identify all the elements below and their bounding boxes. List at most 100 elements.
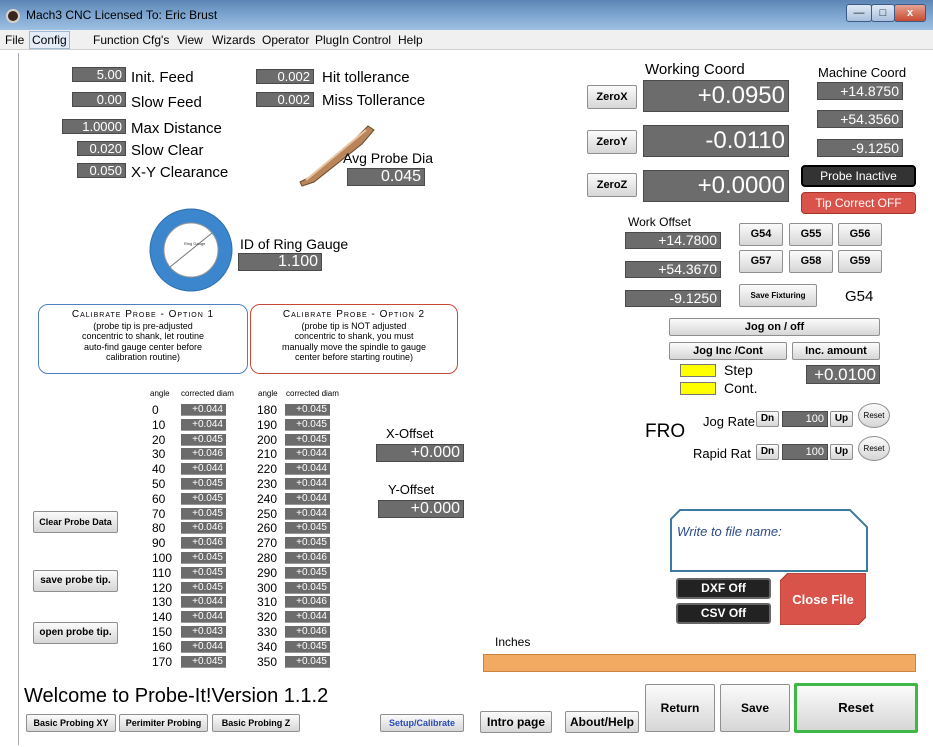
table-diam-cell[interactable]: +0.045	[285, 655, 330, 668]
jog-rate-dro[interactable]: 100	[782, 411, 828, 427]
maximize-button[interactable]: □	[871, 4, 895, 22]
table-diam-cell[interactable]: +0.045	[285, 566, 330, 579]
table-diam-cell[interactable]: +0.045	[285, 640, 330, 653]
table-diam-cell[interactable]: +0.045	[285, 522, 330, 535]
tab-intro-page[interactable]: Intro page	[480, 711, 552, 733]
menu-wizards[interactable]: Wizards	[212, 33, 255, 47]
return-button[interactable]: Return	[645, 684, 715, 732]
table-diam-cell[interactable]: +0.046	[181, 448, 226, 461]
save-fixturing-button[interactable]: Save Fixturing	[739, 284, 817, 307]
g55-button[interactable]: G55	[789, 223, 833, 246]
table-diam-cell[interactable]: +0.044	[181, 463, 226, 476]
rapid-rate-reset-button[interactable]: Reset	[858, 436, 890, 461]
table-diam-cell[interactable]: +0.045	[285, 537, 330, 550]
table-diam-cell[interactable]: +0.045	[285, 404, 330, 416]
table-diam-cell[interactable]: +0.044	[181, 611, 226, 624]
slow-feed-dro[interactable]: 0.00	[72, 92, 126, 107]
calibrate-option-2-button[interactable]: Calibrate Probe - Option 2 (probe tip is…	[250, 304, 458, 374]
table-diam-cell[interactable]: +0.044	[285, 463, 330, 476]
init-feed-dro[interactable]: 5.00	[72, 67, 126, 82]
tab-setup-calibrate[interactable]: Setup/Calibrate	[380, 714, 464, 732]
table-diam-cell[interactable]: +0.045	[181, 433, 226, 446]
g59-button[interactable]: G59	[838, 250, 882, 273]
table-diam-cell[interactable]: +0.046	[181, 537, 226, 550]
jog-rate-dn-button[interactable]: Dn	[756, 411, 779, 427]
save-probe-tip-button[interactable]: save probe tip.	[33, 570, 118, 592]
jog-rate-reset-button[interactable]: Reset	[858, 403, 890, 428]
table-diam-cell[interactable]: +0.044	[181, 404, 226, 416]
close-button[interactable]: x	[894, 4, 926, 22]
table-diam-cell[interactable]: +0.045	[181, 478, 226, 490]
table-diam-cell[interactable]: +0.045	[181, 566, 226, 579]
y-offset-dro[interactable]: +0.000	[378, 500, 464, 518]
file-name-input[interactable]: Write to file name:	[677, 524, 782, 539]
close-file-button[interactable]: Close File	[780, 592, 866, 607]
x-offset-dro[interactable]: +0.000	[376, 444, 464, 462]
avg-probe-dia-dro[interactable]: 0.045	[347, 168, 425, 186]
xy-clearance-dro[interactable]: 0.050	[77, 163, 126, 178]
table-diam-cell[interactable]: +0.045	[181, 552, 226, 564]
tab-basic-probing-z[interactable]: Basic Probing Z	[212, 714, 300, 732]
tip-correct-toggle[interactable]: Tip Correct OFF	[801, 192, 916, 214]
table-diam-cell[interactable]: +0.044	[285, 611, 330, 624]
table-diam-cell[interactable]: +0.044	[285, 448, 330, 461]
menu-config[interactable]: Config	[29, 31, 70, 49]
table-diam-cell[interactable]: +0.044	[181, 596, 226, 609]
menu-operator[interactable]: Operator	[262, 33, 309, 47]
table-diam-cell[interactable]: +0.044	[285, 507, 330, 520]
g56-button[interactable]: G56	[838, 223, 882, 246]
miss-tolerance-dro[interactable]: 0.002	[256, 92, 314, 107]
inc-amount-dro[interactable]: +0.0100	[806, 365, 880, 384]
hit-tolerance-dro[interactable]: 0.002	[256, 69, 314, 84]
table-diam-cell[interactable]: +0.045	[181, 581, 226, 594]
work-offset-y-dro[interactable]: +54.3670	[625, 261, 721, 278]
jog-on-off-button[interactable]: Jog on / off	[669, 318, 880, 336]
table-diam-cell[interactable]: +0.044	[181, 640, 226, 653]
ring-gauge-dro[interactable]: 1.100	[238, 253, 322, 271]
reset-button[interactable]: Reset	[794, 683, 918, 733]
open-probe-tip-button[interactable]: open probe tip.	[33, 622, 118, 644]
tab-basic-probing-xy[interactable]: Basic Probing XY	[26, 714, 116, 732]
rapid-rate-dn-button[interactable]: Dn	[756, 444, 779, 460]
y-dro[interactable]: -0.0110	[643, 125, 789, 157]
menu-function-cfgs[interactable]: Function Cfg's	[93, 33, 169, 47]
g54-button[interactable]: G54	[739, 223, 783, 246]
table-diam-cell[interactable]: +0.045	[181, 492, 226, 505]
max-distance-dro[interactable]: 1.0000	[62, 119, 126, 134]
slow-clear-dro[interactable]: 0.020	[77, 141, 126, 156]
table-diam-cell[interactable]: +0.044	[285, 492, 330, 505]
table-diam-cell[interactable]: +0.046	[285, 552, 330, 564]
table-diam-cell[interactable]: +0.045	[285, 433, 330, 446]
rapid-rate-dro[interactable]: 100	[782, 444, 828, 460]
dxf-toggle[interactable]: DXF Off	[676, 578, 771, 599]
table-diam-cell[interactable]: +0.045	[181, 655, 226, 668]
g57-button[interactable]: G57	[739, 250, 783, 273]
menu-view[interactable]: View	[177, 33, 203, 47]
work-offset-x-dro[interactable]: +14.7800	[625, 232, 721, 249]
z-dro[interactable]: +0.0000	[643, 170, 789, 202]
tab-about-help[interactable]: About/Help	[565, 711, 639, 733]
menu-plugin-control[interactable]: PlugIn Control	[315, 33, 391, 47]
work-offset-z-dro[interactable]: -9.1250	[625, 290, 721, 307]
clear-probe-data-button[interactable]: Clear Probe Data	[33, 511, 118, 533]
inc-amount-button[interactable]: Inc. amount	[792, 342, 880, 360]
calibrate-option-1-button[interactable]: Calibrate Probe - Option 1 (probe tip is…	[38, 304, 248, 374]
table-diam-cell[interactable]: +0.045	[285, 581, 330, 594]
table-diam-cell[interactable]: +0.043	[181, 626, 226, 638]
x-dro[interactable]: +0.0950	[643, 80, 789, 112]
zeroz-button[interactable]: ZeroZ	[587, 173, 637, 197]
machine-z-dro[interactable]: -9.1250	[817, 139, 903, 157]
save-button[interactable]: Save	[720, 684, 790, 732]
machine-y-dro[interactable]: +54.3560	[817, 110, 903, 128]
jog-rate-up-button[interactable]: Up	[830, 411, 853, 427]
table-diam-cell[interactable]: +0.046	[181, 522, 226, 535]
tab-perimeter-probing[interactable]: Perimiter Probing	[119, 714, 208, 732]
table-diam-cell[interactable]: +0.044	[285, 478, 330, 490]
zeroy-button[interactable]: ZeroY	[587, 130, 637, 154]
table-diam-cell[interactable]: +0.045	[181, 507, 226, 520]
jog-inc-cont-button[interactable]: Jog Inc /Cont	[669, 342, 787, 360]
csv-toggle[interactable]: CSV Off	[676, 603, 771, 624]
machine-x-dro[interactable]: +14.8750	[817, 82, 903, 100]
table-diam-cell[interactable]: +0.044	[181, 418, 226, 431]
minimize-button[interactable]: —	[846, 4, 872, 22]
